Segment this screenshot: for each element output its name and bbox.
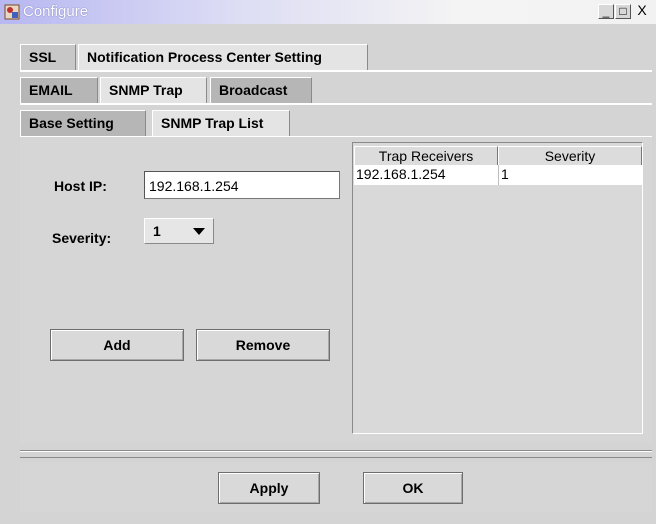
table-cell-severity: 1 [501, 166, 509, 182]
severity-select-value: 1 [153, 223, 161, 239]
tab-snmp-trap-list[interactable]: SNMP Trap List [152, 110, 290, 136]
tabs-level3: Base Setting SNMP Trap List [20, 110, 620, 136]
column-header-trap-receivers[interactable]: Trap Receivers [354, 146, 498, 166]
remove-button[interactable]: Remove [196, 329, 330, 361]
host-ip-input[interactable]: 192.168.1.254 [144, 171, 340, 199]
tab-divider-1 [20, 70, 652, 72]
window-title: Configure [23, 3, 89, 20]
tab-base-setting[interactable]: Base Setting [20, 110, 146, 136]
tab-email[interactable]: EMAIL [20, 77, 98, 103]
tab-divider-2 [20, 103, 652, 105]
host-ip-label: Host IP: [54, 178, 107, 194]
add-button[interactable]: Add [50, 329, 184, 361]
tab-ssl[interactable]: SSL [20, 44, 76, 70]
ok-button[interactable]: OK [363, 472, 463, 504]
chevron-down-icon[interactable] [193, 228, 205, 235]
configure-window: Configure _ □ X SSL Notification Process… [0, 0, 656, 524]
tab-notification-process-center-setting[interactable]: Notification Process Center Setting [78, 44, 368, 70]
tabs-level1: SSL Notification Process Center Setting [20, 44, 620, 70]
severity-label: Severity: [52, 230, 112, 246]
column-header-severity[interactable]: Severity [498, 146, 642, 166]
footer-separator-light [20, 451, 652, 452]
app-icon [4, 4, 20, 20]
footer-bar [20, 462, 652, 512]
footer-separator-dark-2 [20, 457, 652, 458]
apply-button[interactable]: Apply [218, 472, 320, 504]
table-row[interactable]: 192.168.1.254 1 [354, 165, 642, 185]
maximize-icon[interactable]: □ [615, 4, 631, 19]
trap-receivers-table: Trap Receivers Severity 192.168.1.254 1 [352, 142, 643, 434]
table-cell-trap-receiver: 192.168.1.254 [354, 165, 499, 185]
severity-select[interactable]: 1 [144, 218, 214, 244]
tab-broadcast[interactable]: Broadcast [210, 77, 312, 103]
tab-snmp-trap[interactable]: SNMP Trap [100, 77, 207, 103]
minimize-icon[interactable]: _ [598, 4, 614, 19]
tabs-level2: EMAIL SNMP Trap Broadcast [20, 77, 620, 103]
close-icon[interactable]: X [634, 3, 650, 19]
title-bar[interactable]: Configure _ □ X [0, 0, 656, 24]
